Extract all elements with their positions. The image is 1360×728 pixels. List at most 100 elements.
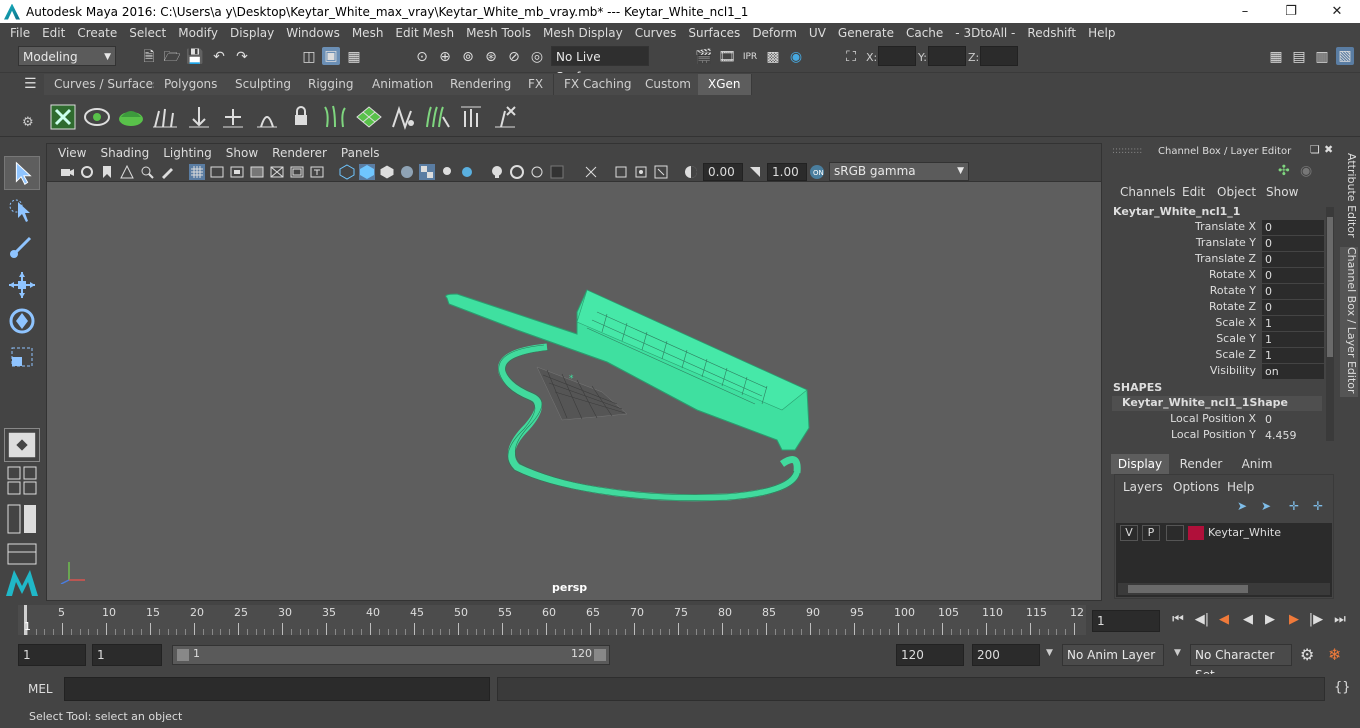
manipulator-icon[interactable]: ✣ xyxy=(1278,163,1290,179)
tab-animation[interactable]: Animation xyxy=(362,74,445,95)
resolution-gate-icon[interactable] xyxy=(229,164,245,180)
rotate-tool-icon[interactable] xyxy=(4,304,40,338)
range-end-handle[interactable] xyxy=(594,649,606,661)
xgen-groom-brush-icon[interactable] xyxy=(423,103,451,131)
step-forward-key-icon[interactable]: ▶ xyxy=(1286,612,1302,628)
menu-curves[interactable]: Curves xyxy=(629,26,683,40)
safe-title-icon[interactable] xyxy=(309,164,325,180)
help-menu[interactable]: Help xyxy=(1227,480,1254,494)
attr-row[interactable]: Scale X1 xyxy=(1106,316,1324,332)
viewport-menu-renderer[interactable]: Renderer xyxy=(265,146,334,160)
channels-menu[interactable]: Channels xyxy=(1120,185,1176,199)
attr-row[interactable]: Scale Y1 xyxy=(1106,332,1324,348)
select-tool-icon[interactable] xyxy=(4,156,40,190)
tool-settings-toggle-icon[interactable]: ▥ xyxy=(1313,48,1331,66)
chevron-down-icon[interactable]: ▼ xyxy=(1046,648,1053,658)
selected-object-name[interactable]: Keytar_White_ncl1_1 xyxy=(1113,205,1240,218)
xgen-place-guide-icon[interactable] xyxy=(219,103,247,131)
start-time-field[interactable]: 1 xyxy=(18,644,86,666)
menu-3dtoall[interactable]: - 3DtoAll - xyxy=(949,26,1021,40)
depth-of-field-icon[interactable] xyxy=(529,164,545,180)
move-tool-icon[interactable] xyxy=(4,268,40,302)
options-menu[interactable]: Options xyxy=(1173,480,1219,494)
layer-row[interactable]: V P Keytar_White xyxy=(1118,525,1330,543)
character-set-dropdown[interactable]: No Character Set xyxy=(1190,644,1292,682)
x-coord-field[interactable] xyxy=(878,46,916,66)
play-backwards-icon[interactable]: ◀ xyxy=(1240,612,1256,628)
image-plane-icon[interactable] xyxy=(119,164,135,180)
tab-xgen[interactable]: XGen xyxy=(698,74,752,95)
attr-row[interactable]: Translate X0 xyxy=(1106,220,1324,236)
tab-curves-surfaces[interactable]: Curves / Surfaces xyxy=(44,74,171,95)
field-chart-icon[interactable] xyxy=(269,164,285,180)
play-forwards-icon[interactable]: ▶ xyxy=(1262,612,1278,628)
scrollbar-thumb[interactable] xyxy=(1128,585,1248,593)
menu-file[interactable]: File xyxy=(4,26,36,40)
attr-row[interactable]: Rotate Z0 xyxy=(1106,300,1324,316)
tab-fx-caching[interactable]: FX Caching xyxy=(554,74,643,95)
new-scene-icon[interactable]: 🗎 xyxy=(140,48,158,66)
select-component-icon[interactable]: ▦ xyxy=(345,48,363,66)
grease-pencil-icon[interactable] xyxy=(159,164,175,180)
scene-view[interactable]: * xyxy=(47,182,1101,600)
camera-attributes-icon[interactable] xyxy=(79,164,95,180)
select-object-icon[interactable]: ▣ xyxy=(322,47,340,65)
gamma-field[interactable]: 1.00 xyxy=(767,163,807,181)
single-view-layout-icon[interactable] xyxy=(4,428,40,462)
attr-row[interactable]: Local Position X0 xyxy=(1106,412,1324,428)
tab-custom[interactable]: Custom xyxy=(635,74,702,95)
y-coord-field[interactable] xyxy=(928,46,966,66)
xgen-grid-icon[interactable] xyxy=(355,103,383,131)
float-panel-icon[interactable]: ❏ xyxy=(1310,143,1320,156)
object-menu[interactable]: Object xyxy=(1217,185,1256,199)
save-scene-icon[interactable]: 💾 xyxy=(186,48,204,66)
exposure-field[interactable]: 0.00 xyxy=(703,163,743,181)
hypershade-icon[interactable]: ◉ xyxy=(787,48,805,66)
snap-view-icon[interactable]: ⊛ xyxy=(482,48,500,66)
undo-icon[interactable]: ↶ xyxy=(210,48,228,66)
attr-row[interactable]: Visibility on xyxy=(1106,364,1324,380)
xgen-grass-icon[interactable] xyxy=(321,103,349,131)
attr-row[interactable]: Local Position Y 4.459 xyxy=(1106,428,1324,444)
wireframe-on-shaded-icon[interactable] xyxy=(379,164,395,180)
grid-toggle-icon[interactable] xyxy=(189,164,205,180)
anim-layer-dropdown[interactable]: No Anim Layer xyxy=(1062,644,1164,666)
menu-mesh[interactable]: Mesh xyxy=(346,26,390,40)
xgen-delete-guide-icon[interactable] xyxy=(491,103,519,131)
bookmark-icon[interactable] xyxy=(99,164,115,180)
snap-surface-icon[interactable]: ⊘ xyxy=(505,48,523,66)
anti-aliasing-icon[interactable] xyxy=(509,164,525,180)
xgen-lock-guide-icon[interactable] xyxy=(287,103,315,131)
open-scene-icon[interactable]: 🗁 xyxy=(163,48,181,66)
tab-rendering[interactable]: Rendering xyxy=(440,74,523,95)
end-time-field[interactable]: 200 xyxy=(972,644,1040,666)
viewport-menu-show[interactable]: Show xyxy=(219,146,265,160)
render-view-icon[interactable]: ▩ xyxy=(764,48,782,66)
menu-uv[interactable]: UV xyxy=(803,26,832,40)
ipr-render-icon[interactable]: IPR xyxy=(741,48,759,66)
minimize-button[interactable]: – xyxy=(1222,0,1268,23)
xray-joints-icon[interactable] xyxy=(613,164,629,180)
snap-vertex-icon[interactable]: ◎ xyxy=(528,48,546,66)
xgen-guides-icon[interactable] xyxy=(151,103,179,131)
render-settings-icon[interactable]: 🎬 xyxy=(695,48,713,66)
chevron-down-icon[interactable]: ▼ xyxy=(1174,648,1181,658)
four-view-layout-icon[interactable] xyxy=(4,466,40,496)
attr-row[interactable]: Rotate X0 xyxy=(1106,268,1324,284)
shelf-gear-icon[interactable]: ⚙ xyxy=(22,115,34,130)
film-gate-icon[interactable] xyxy=(209,164,225,180)
channel-box-scrollbar[interactable] xyxy=(1326,207,1334,441)
gamma-icon[interactable] xyxy=(747,164,763,180)
xgen-add-guide-icon[interactable] xyxy=(185,103,213,131)
attr-row[interactable]: Rotate Y0 xyxy=(1106,284,1324,300)
new-layer-selected-icon[interactable]: ✛ xyxy=(1313,499,1323,513)
menu-edit[interactable]: Edit xyxy=(36,26,71,40)
xgen-sculpt-guide-icon[interactable] xyxy=(253,103,281,131)
scale-tool-icon[interactable] xyxy=(4,340,40,374)
smooth-shade-icon[interactable] xyxy=(359,164,375,180)
range-start-handle[interactable] xyxy=(177,649,189,661)
xgen-length-icon[interactable] xyxy=(457,103,485,131)
menu-generate[interactable]: Generate xyxy=(832,26,900,40)
shadows-icon[interactable] xyxy=(439,164,455,180)
motion-blur-icon[interactable] xyxy=(489,164,505,180)
